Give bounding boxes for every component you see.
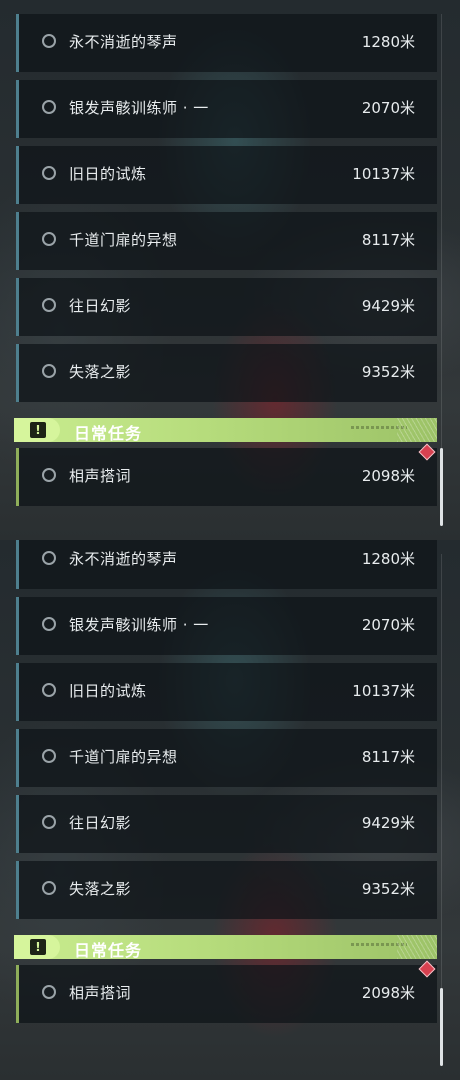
- quest-distance: 10137米: [352, 682, 415, 700]
- quest-radio-icon[interactable]: [42, 749, 56, 763]
- quest-name: 永不消逝的琴声: [69, 550, 178, 568]
- daily-quests-header: ! 日常任务: [14, 935, 437, 960]
- quest-item[interactable]: 往日幻影 9429米: [16, 278, 437, 336]
- header-stripes: [397, 935, 437, 959]
- daily-header-badge: !: [14, 418, 60, 442]
- quest-radio-icon[interactable]: [42, 166, 56, 180]
- quest-item[interactable]: 失落之影 9352米: [16, 344, 437, 402]
- quest-radio-icon[interactable]: [42, 34, 56, 48]
- scrollbar-thumb[interactable]: [440, 988, 443, 1066]
- quest-radio-icon[interactable]: [42, 881, 56, 895]
- quest-panel: 永不消逝的琴声 1280米 银发声骸训练师 · 一 2070米 旧日的试炼 10…: [0, 540, 460, 1080]
- quest-item[interactable]: 银发声骸训练师 · 一 2070米: [16, 80, 437, 138]
- quest-item[interactable]: 旧日的试炼 10137米: [16, 663, 437, 721]
- quest-distance: 2098米: [361, 984, 415, 1002]
- quest-distance: 9352米: [361, 880, 415, 898]
- exclamation-box-icon: !: [30, 939, 46, 955]
- quest-radio-icon[interactable]: [42, 985, 56, 999]
- quest-name: 永不消逝的琴声: [69, 33, 178, 51]
- daily-quests-header: ! 日常任务: [14, 418, 437, 443]
- daily-header-title: 日常任务: [74, 424, 143, 443]
- quest-name: 千道门扉的异想: [69, 231, 178, 249]
- quest-radio-icon[interactable]: [42, 468, 56, 482]
- quest-distance: 9352米: [361, 363, 415, 381]
- quest-distance: 2070米: [361, 99, 415, 117]
- quest-distance: 8117米: [361, 231, 415, 249]
- quest-item[interactable]: 旧日的试炼 10137米: [16, 146, 437, 204]
- daily-header-badge: !: [14, 935, 60, 959]
- quest-item[interactable]: 千道门扉的异想 8117米: [16, 212, 437, 270]
- header-stripes: [397, 418, 437, 442]
- quest-radio-icon[interactable]: [42, 683, 56, 697]
- quest-item[interactable]: 往日幻影 9429米: [16, 795, 437, 853]
- quest-radio-icon[interactable]: [42, 364, 56, 378]
- daily-quest-item[interactable]: 相声搭词 2098米: [16, 448, 437, 506]
- quest-name: 旧日的试炼: [69, 165, 147, 183]
- quest-distance: 1280米: [361, 33, 415, 51]
- quest-radio-icon[interactable]: [42, 551, 56, 565]
- quest-name: 失落之影: [69, 363, 132, 381]
- daily-header-title: 日常任务: [74, 941, 143, 960]
- quest-name: 相声搭词: [69, 984, 132, 1002]
- quest-name: 往日幻影: [69, 297, 132, 315]
- quest-name: 往日幻影: [69, 814, 132, 832]
- quest-radio-icon[interactable]: [42, 617, 56, 631]
- quest-radio-icon[interactable]: [42, 232, 56, 246]
- quest-name: 银发声骸训练师 · 一: [69, 99, 209, 117]
- quest-name: 银发声骸训练师 · 一: [69, 616, 209, 634]
- quest-item[interactable]: 永不消逝的琴声 1280米: [16, 14, 437, 72]
- quest-distance: 9429米: [361, 297, 415, 315]
- quest-distance: 8117米: [361, 748, 415, 766]
- quest-distance: 2070米: [361, 616, 415, 634]
- quest-panel: 永不消逝的琴声 1280米 银发声骸训练师 · 一 2070米 旧日的试炼 10…: [0, 0, 460, 540]
- quest-item[interactable]: 千道门扉的异想 8117米: [16, 729, 437, 787]
- quest-radio-icon[interactable]: [42, 100, 56, 114]
- quest-radio-icon[interactable]: [42, 298, 56, 312]
- quest-distance: 9429米: [361, 814, 415, 832]
- quest-radio-icon[interactable]: [42, 815, 56, 829]
- quest-name: 相声搭词: [69, 467, 132, 485]
- quest-distance: 1280米: [361, 550, 415, 568]
- quest-item[interactable]: 永不消逝的琴声 1280米: [16, 540, 437, 589]
- quest-item[interactable]: 失落之影 9352米: [16, 861, 437, 919]
- quest-distance: 2098米: [361, 467, 415, 485]
- quest-name: 旧日的试炼: [69, 682, 147, 700]
- quest-distance: 10137米: [352, 165, 415, 183]
- quest-name: 千道门扉的异想: [69, 748, 178, 766]
- quest-name: 失落之影: [69, 880, 132, 898]
- scrollbar-thumb[interactable]: [440, 448, 443, 526]
- daily-quest-item[interactable]: 相声搭词 2098米: [16, 965, 437, 1023]
- exclamation-box-icon: !: [30, 422, 46, 438]
- quest-item[interactable]: 银发声骸训练师 · 一 2070米: [16, 597, 437, 655]
